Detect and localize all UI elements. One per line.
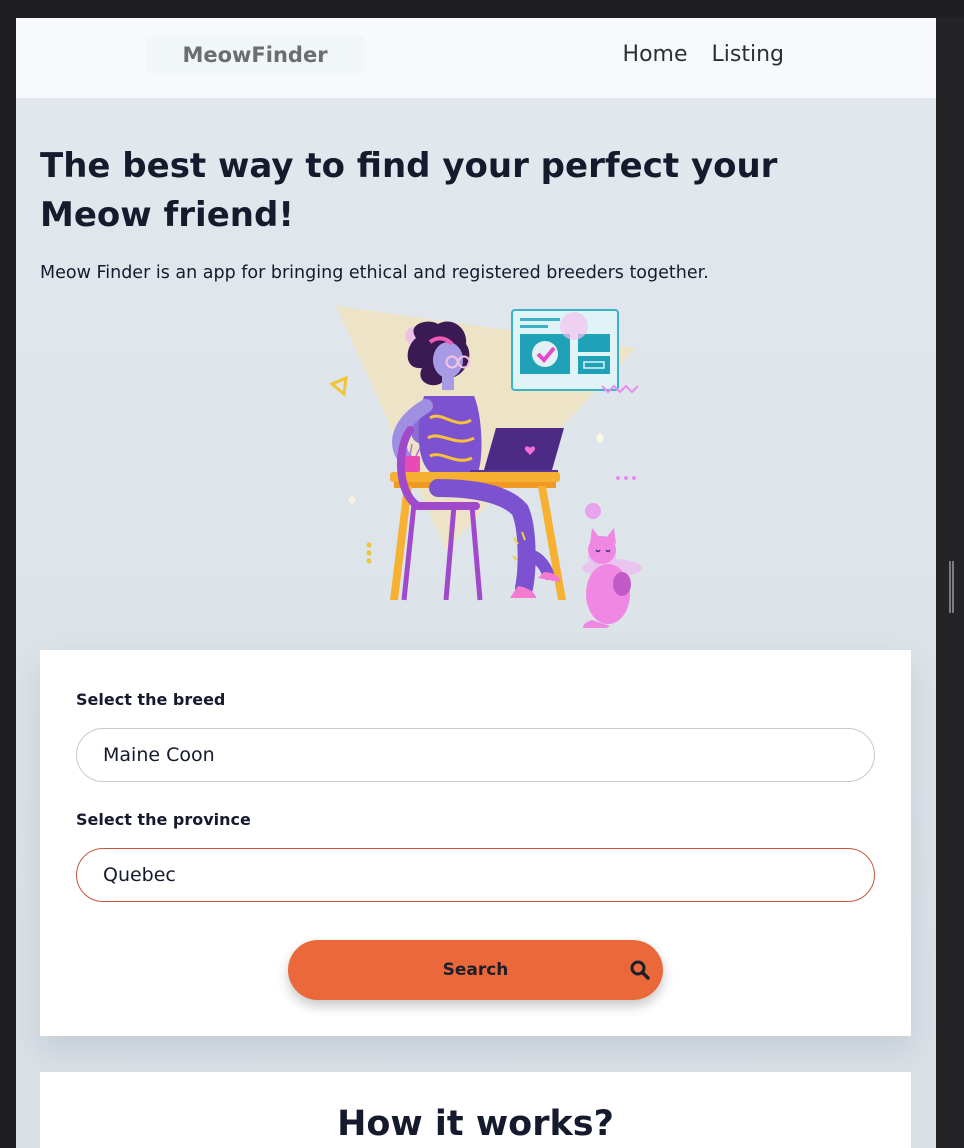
app-window: MeowFinder Home Listing The best way to … [16,18,936,1148]
woman-at-laptop-illustration [329,306,642,628]
search-button[interactable]: Search [288,940,663,1000]
breed-label: Select the breed [76,690,226,709]
search-button-label: Search [442,960,509,980]
how-it-works-card: How it works? [40,1072,911,1148]
hero-title: The best way to find your perfect your M… [40,146,778,235]
main-nav: Home Listing [623,42,784,67]
search-icon [630,960,650,980]
how-it-works-title: How it works? [337,1104,614,1144]
nav-listing-link[interactable]: Listing [712,42,784,67]
province-select[interactable]: Quebec [76,848,875,902]
province-label: Select the province [76,810,251,829]
top-navbar: MeowFinder Home Listing [16,18,936,98]
search-card: Select the breed Maine Coon Select the p… [40,650,911,1036]
hero-subtitle: Meow Finder is an app for bringing ethic… [40,263,709,283]
breed-select[interactable]: Maine Coon [76,728,875,782]
nav-home-link[interactable]: Home [623,42,688,67]
scrollbar-thumb[interactable] [949,561,954,613]
logo[interactable]: MeowFinder [146,37,364,73]
window-scrollbar[interactable] [936,18,964,1148]
